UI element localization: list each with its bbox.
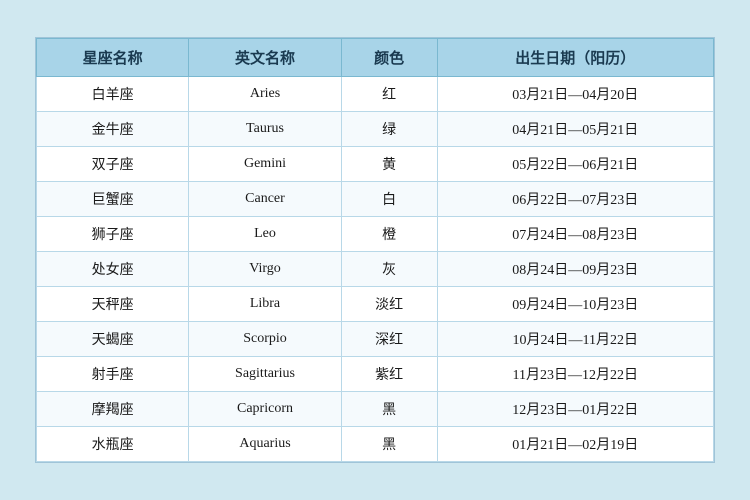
cell-color: 白 — [341, 182, 437, 217]
table-row: 白羊座Aries红03月21日—04月20日 — [37, 77, 714, 112]
cell-color: 淡红 — [341, 287, 437, 322]
cell-chinese-name: 天蝎座 — [37, 322, 189, 357]
cell-chinese-name: 摩羯座 — [37, 392, 189, 427]
table-header-row: 星座名称 英文名称 颜色 出生日期（阳历） — [37, 39, 714, 77]
cell-dates: 05月22日—06月21日 — [437, 147, 713, 182]
table-row: 狮子座Leo橙07月24日—08月23日 — [37, 217, 714, 252]
cell-color: 灰 — [341, 252, 437, 287]
table-row: 射手座Sagittarius紫红11月23日—12月22日 — [37, 357, 714, 392]
cell-dates: 11月23日—12月22日 — [437, 357, 713, 392]
cell-english-name: Aries — [189, 77, 341, 112]
cell-dates: 04月21日—05月21日 — [437, 112, 713, 147]
cell-english-name: Capricorn — [189, 392, 341, 427]
table-row: 天秤座Libra淡红09月24日—10月23日 — [37, 287, 714, 322]
table-row: 摩羯座Capricorn黑12月23日—01月22日 — [37, 392, 714, 427]
cell-english-name: Sagittarius — [189, 357, 341, 392]
cell-chinese-name: 巨蟹座 — [37, 182, 189, 217]
cell-chinese-name: 天秤座 — [37, 287, 189, 322]
cell-english-name: Scorpio — [189, 322, 341, 357]
header-english-name: 英文名称 — [189, 39, 341, 77]
cell-dates: 12月23日—01月22日 — [437, 392, 713, 427]
zodiac-table: 星座名称 英文名称 颜色 出生日期（阳历） 白羊座Aries红03月21日—04… — [36, 38, 714, 462]
cell-chinese-name: 射手座 — [37, 357, 189, 392]
cell-color: 黑 — [341, 392, 437, 427]
table-row: 双子座Gemini黄05月22日—06月21日 — [37, 147, 714, 182]
cell-english-name: Cancer — [189, 182, 341, 217]
cell-dates: 09月24日—10月23日 — [437, 287, 713, 322]
table-row: 水瓶座Aquarius黑01月21日—02月19日 — [37, 427, 714, 462]
cell-color: 黑 — [341, 427, 437, 462]
cell-color: 黄 — [341, 147, 437, 182]
cell-english-name: Leo — [189, 217, 341, 252]
cell-english-name: Virgo — [189, 252, 341, 287]
cell-english-name: Gemini — [189, 147, 341, 182]
cell-color: 绿 — [341, 112, 437, 147]
cell-chinese-name: 水瓶座 — [37, 427, 189, 462]
cell-dates: 01月21日—02月19日 — [437, 427, 713, 462]
cell-color: 橙 — [341, 217, 437, 252]
zodiac-table-wrapper: 星座名称 英文名称 颜色 出生日期（阳历） 白羊座Aries红03月21日—04… — [35, 37, 715, 463]
header-chinese-name: 星座名称 — [37, 39, 189, 77]
header-color: 颜色 — [341, 39, 437, 77]
cell-color: 深红 — [341, 322, 437, 357]
cell-chinese-name: 白羊座 — [37, 77, 189, 112]
table-body: 白羊座Aries红03月21日—04月20日金牛座Taurus绿04月21日—0… — [37, 77, 714, 462]
cell-english-name: Taurus — [189, 112, 341, 147]
cell-dates: 08月24日—09月23日 — [437, 252, 713, 287]
cell-dates: 03月21日—04月20日 — [437, 77, 713, 112]
table-row: 金牛座Taurus绿04月21日—05月21日 — [37, 112, 714, 147]
table-row: 处女座Virgo灰08月24日—09月23日 — [37, 252, 714, 287]
cell-color: 紫红 — [341, 357, 437, 392]
cell-chinese-name: 狮子座 — [37, 217, 189, 252]
cell-english-name: Aquarius — [189, 427, 341, 462]
cell-english-name: Libra — [189, 287, 341, 322]
cell-color: 红 — [341, 77, 437, 112]
cell-dates: 06月22日—07月23日 — [437, 182, 713, 217]
cell-dates: 07月24日—08月23日 — [437, 217, 713, 252]
header-dates: 出生日期（阳历） — [437, 39, 713, 77]
cell-dates: 10月24日—11月22日 — [437, 322, 713, 357]
table-row: 天蝎座Scorpio深红10月24日—11月22日 — [37, 322, 714, 357]
cell-chinese-name: 金牛座 — [37, 112, 189, 147]
cell-chinese-name: 双子座 — [37, 147, 189, 182]
table-row: 巨蟹座Cancer白06月22日—07月23日 — [37, 182, 714, 217]
cell-chinese-name: 处女座 — [37, 252, 189, 287]
